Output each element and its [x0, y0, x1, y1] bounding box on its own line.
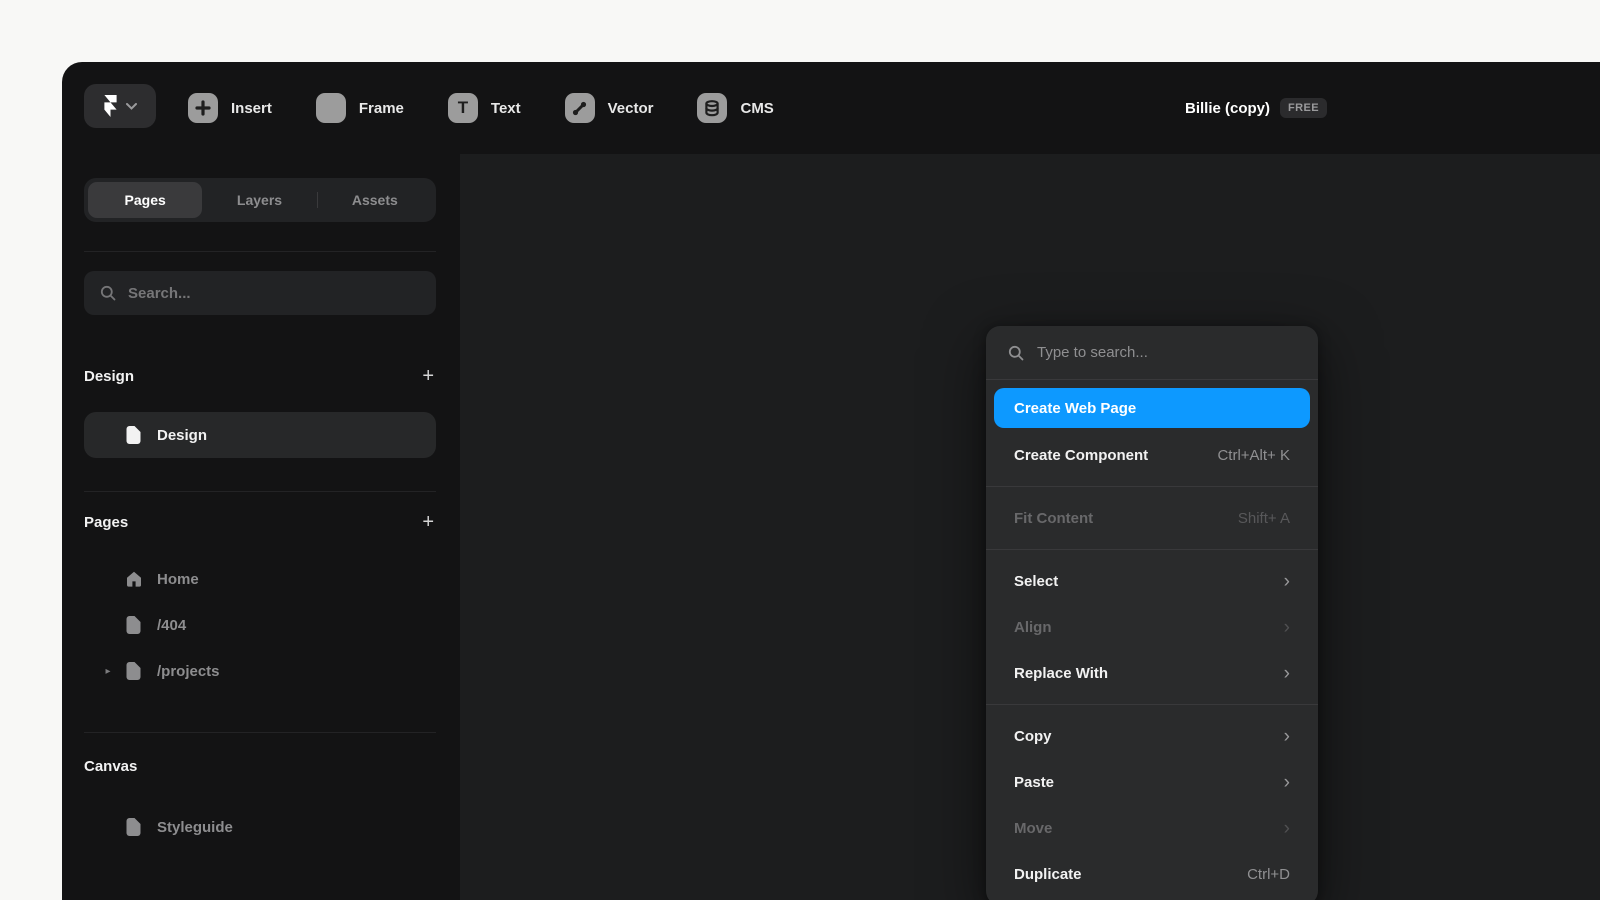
- sidebar-item-home[interactable]: Home: [84, 556, 436, 602]
- submenu-chevron-icon: ›: [1284, 572, 1290, 591]
- menu-group-select: Select › Align › Replace With ›: [986, 549, 1318, 704]
- shortcut-label: Ctrl+Alt+ K: [1217, 447, 1290, 464]
- menu-search-input[interactable]: [1037, 344, 1296, 361]
- menu-item-label: Move: [1014, 820, 1052, 837]
- tool-buttons: Insert Frame T Text Vector: [188, 62, 774, 154]
- sidebar-item-label: Styleguide: [157, 819, 233, 836]
- menu-group-clipboard: Copy › Paste › Move › Duplicate Ctrl+D: [986, 704, 1318, 900]
- home-icon: [126, 571, 143, 587]
- shortcut-label: Ctrl+D: [1247, 866, 1290, 883]
- insert-tool-button[interactable]: Insert: [188, 93, 272, 123]
- sidebar-item-label: /404: [157, 617, 186, 634]
- sidebar-item-styleguide[interactable]: Styleguide: [84, 804, 436, 850]
- sidebar: Pages Layers Assets Design + Des: [62, 154, 460, 900]
- submenu-chevron-icon: ›: [1284, 819, 1290, 838]
- tab-assets[interactable]: Assets: [318, 182, 432, 218]
- tab-pages[interactable]: Pages: [88, 182, 202, 218]
- sidebar-item-projects[interactable]: ▸ /projects: [84, 648, 436, 694]
- submenu-chevron-icon: ›: [1284, 727, 1290, 746]
- menu-item-move: Move ›: [994, 805, 1310, 851]
- add-page-button[interactable]: +: [420, 366, 436, 386]
- tool-label: Frame: [359, 100, 404, 117]
- tool-label: Vector: [608, 100, 654, 117]
- plan-badge[interactable]: FREE: [1280, 98, 1327, 118]
- menu-item-align: Align ›: [994, 604, 1310, 650]
- context-menu-search[interactable]: [986, 326, 1318, 380]
- menu-group-create: Create Web Page Create Component Ctrl+Al…: [986, 380, 1318, 486]
- shortcut-label: Shift+ A: [1238, 510, 1290, 527]
- app-window: Insert Frame T Text Vector: [62, 62, 1600, 900]
- submenu-chevron-icon: ›: [1284, 664, 1290, 683]
- project-title: Billie (copy): [1185, 100, 1270, 117]
- sidebar-item-label: Design: [157, 427, 207, 444]
- sidebar-item-label: /projects: [157, 663, 220, 680]
- section-title: Pages: [84, 514, 128, 531]
- file-icon: [126, 662, 143, 680]
- menu-item-label: Fit Content: [1014, 510, 1093, 527]
- menu-item-replace-with[interactable]: Replace With ›: [994, 650, 1310, 696]
- menu-item-paste[interactable]: Paste ›: [994, 759, 1310, 805]
- vector-tool-button[interactable]: Vector: [565, 93, 654, 123]
- file-icon: [126, 616, 143, 634]
- sidebar-item-design[interactable]: Design: [84, 412, 436, 458]
- database-icon: [697, 93, 727, 123]
- section-header-canvas: Canvas: [84, 748, 436, 784]
- toolbar: Insert Frame T Text Vector: [62, 62, 1600, 154]
- menu-item-duplicate[interactable]: Duplicate Ctrl+D: [994, 851, 1310, 897]
- search-icon: [1008, 345, 1024, 361]
- menu-item-label: Duplicate: [1014, 866, 1082, 883]
- text-tool-button[interactable]: T Text: [448, 93, 521, 123]
- vector-pen-icon: [565, 93, 595, 123]
- search-input[interactable]: [128, 285, 420, 302]
- sidebar-item-404[interactable]: /404: [84, 602, 436, 648]
- text-icon: T: [448, 93, 478, 123]
- menu-item-label: Create Web Page: [1014, 400, 1136, 417]
- menu-item-copy[interactable]: Copy ›: [994, 713, 1310, 759]
- sidebar-tabs: Pages Layers Assets: [84, 178, 436, 222]
- section-title: Design: [84, 368, 134, 385]
- menu-item-fit-content: Fit Content Shift+ A: [994, 495, 1310, 541]
- menu-item-label: Replace With: [1014, 665, 1108, 682]
- menu-item-label: Align: [1014, 619, 1052, 636]
- cms-tool-button[interactable]: CMS: [697, 93, 773, 123]
- tool-label: Text: [491, 100, 521, 117]
- add-page-button[interactable]: +: [420, 512, 436, 532]
- framer-logo-icon: [103, 95, 118, 117]
- frame-icon: [316, 93, 346, 123]
- divider: [84, 251, 436, 252]
- expand-caret-icon[interactable]: ▸: [98, 648, 118, 694]
- divider: [84, 732, 436, 733]
- framer-menu-button[interactable]: [84, 84, 156, 128]
- frame-tool-button[interactable]: Frame: [316, 93, 404, 123]
- tool-label: CMS: [740, 100, 773, 117]
- search-icon: [100, 285, 116, 301]
- menu-item-label: Paste: [1014, 774, 1054, 791]
- submenu-chevron-icon: ›: [1284, 618, 1290, 637]
- sidebar-item-label: Home: [157, 571, 199, 588]
- section-header-pages: Pages +: [84, 504, 436, 540]
- project-titlebox: Billie (copy) FREE: [1185, 62, 1327, 154]
- submenu-chevron-icon: ›: [1284, 773, 1290, 792]
- menu-item-select[interactable]: Select ›: [994, 558, 1310, 604]
- file-icon: [126, 818, 143, 836]
- divider: [84, 491, 436, 492]
- context-menu: Create Web Page Create Component Ctrl+Al…: [986, 326, 1318, 900]
- file-icon: [126, 426, 143, 444]
- insert-plus-icon: [188, 93, 218, 123]
- menu-item-label: Copy: [1014, 728, 1052, 745]
- tab-layers[interactable]: Layers: [202, 182, 316, 218]
- chevron-down-icon: [126, 103, 137, 110]
- menu-item-create-component[interactable]: Create Component Ctrl+Alt+ K: [994, 432, 1310, 478]
- menu-item-label: Select: [1014, 573, 1058, 590]
- menu-item-label: Create Component: [1014, 447, 1148, 464]
- sidebar-search[interactable]: [84, 271, 436, 315]
- section-header-design: Design +: [84, 358, 436, 394]
- menu-item-create-web-page[interactable]: Create Web Page: [994, 388, 1310, 428]
- tool-label: Insert: [231, 100, 272, 117]
- section-title: Canvas: [84, 758, 137, 775]
- menu-group-fit: Fit Content Shift+ A: [986, 486, 1318, 549]
